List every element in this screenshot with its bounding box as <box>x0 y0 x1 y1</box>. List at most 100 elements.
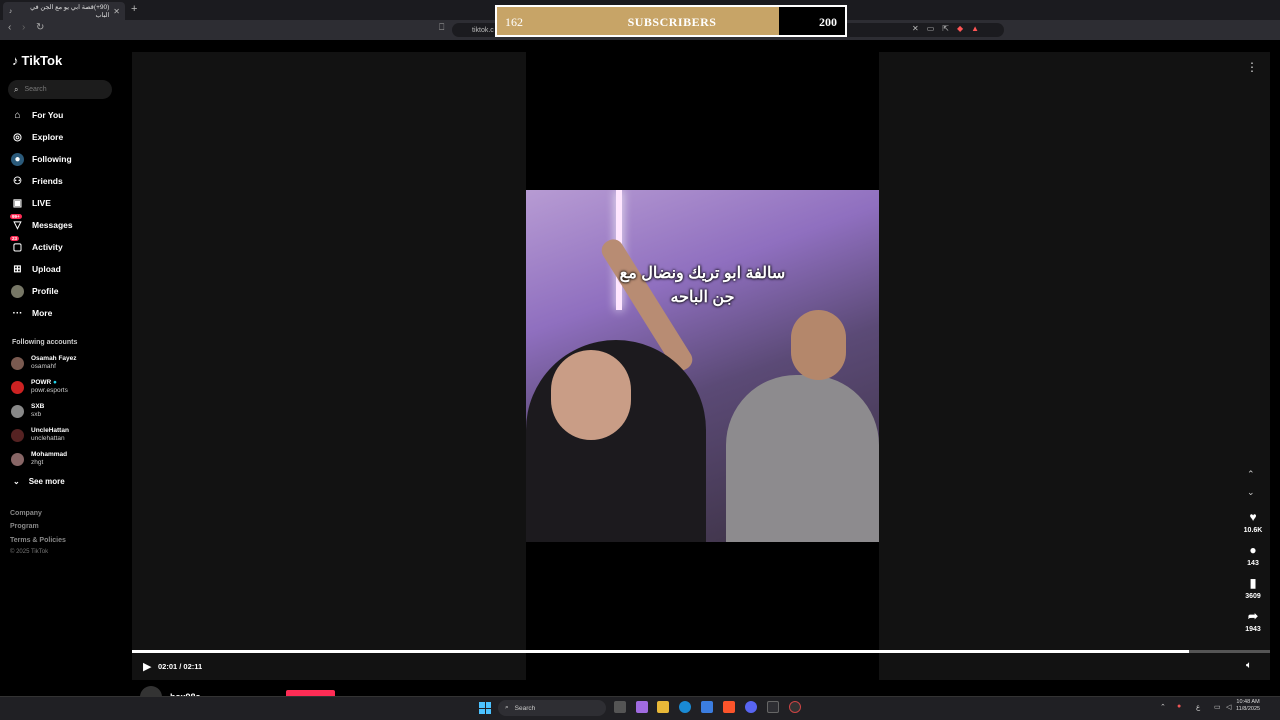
caption-line-1: سالفة ابو تريك ونضال مع <box>619 265 786 282</box>
following-account[interactable]: UncleHattan unclehattan <box>11 427 69 443</box>
tiktok-logo[interactable]: ♪ TikTok <box>12 53 62 68</box>
cast-icon[interactable]: ▭ <box>927 24 935 33</box>
microphone-icon[interactable]: ● <box>1177 703 1181 710</box>
share-count: 1943 <box>1245 626 1261 633</box>
following-account[interactable]: POWR ● powr.esports <box>11 379 68 395</box>
account-name-text: POWR <box>31 379 52 386</box>
language-indicator[interactable]: ع <box>1196 703 1200 711</box>
nav-label: Messages <box>32 220 73 230</box>
see-more-button[interactable]: ⌄ See more <box>13 477 65 486</box>
obs-icon[interactable] <box>789 701 801 713</box>
sidebar-item-explore[interactable]: ◎ Explore <box>11 129 63 145</box>
activity-badge: 23 <box>10 235 20 241</box>
footer-company-link[interactable]: Company <box>10 510 42 517</box>
footer-program-link[interactable]: Program <box>10 523 39 530</box>
sidebar-item-live[interactable]: ▣ LIVE <box>11 195 51 211</box>
close-tab-icon[interactable]: ✕ <box>113 7 120 16</box>
footer-terms-link[interactable]: Terms & Policies <box>10 537 66 544</box>
home-icon: ⌂ <box>14 109 21 121</box>
account-name: UncleHattan <box>31 427 69 434</box>
edge-icon[interactable] <box>679 701 691 713</box>
discord-icon[interactable] <box>745 701 757 713</box>
more-options-icon[interactable]: ⋮ <box>1246 60 1258 74</box>
sidebar-item-upload[interactable]: ⊞ Upload <box>11 261 61 277</box>
sidebar-item-more[interactable]: ··· More <box>11 305 53 321</box>
like-count: 10.6K <box>1243 527 1263 534</box>
sidebar-item-following[interactable]: ● Following <box>11 151 72 167</box>
save-button[interactable]: ▮ 3609 <box>1236 576 1270 600</box>
file-explorer-icon[interactable] <box>657 701 669 713</box>
comment-icon: ● <box>1249 543 1257 557</box>
compass-icon: ◎ <box>13 131 22 143</box>
nav-label: Upload <box>32 264 61 274</box>
network-icon[interactable]: ▭ <box>1214 703 1221 711</box>
browser-tab[interactable]: ♪ (90+)قصة ابي يو مع الجن في الباب ✕ <box>3 2 125 20</box>
account-name: Osamah Fayez <box>31 355 77 362</box>
forward-icon[interactable]: › <box>22 22 25 33</box>
taskbar-clock[interactable]: 10:48 AM 11/8/2025 <box>1236 699 1260 713</box>
video-progress-bar[interactable] <box>132 650 1270 653</box>
volume-icon[interactable]: 🔈︎ <box>1246 660 1252 671</box>
copilot-icon[interactable] <box>636 701 648 713</box>
nav-label: More <box>32 308 53 318</box>
brave-icon[interactable] <box>723 701 735 713</box>
sidebar-item-for-you[interactable]: ⌂ For You <box>11 107 63 123</box>
nav-label: Following <box>32 154 72 164</box>
rewards-icon[interactable]: ▲ <box>971 24 979 33</box>
task-view-icon[interactable] <box>614 701 626 713</box>
windows-start-icon[interactable] <box>479 702 491 714</box>
video-frame[interactable]: سالفة ابو تريك ونضال مع جن الباحه <box>526 190 879 542</box>
following-account[interactable]: Osamah Fayez osamahf <box>11 355 77 371</box>
tiktok-favicon-icon: ♪ <box>9 7 13 15</box>
url-text: tiktok.c <box>472 26 494 34</box>
comment-count: 143 <box>1247 560 1259 567</box>
following-accounts-title: Following accounts <box>12 339 78 346</box>
avatar <box>11 404 24 418</box>
subscriber-goal: 200 <box>819 15 837 29</box>
search-icon: ⌕ <box>14 84 19 94</box>
sidebar-item-messages[interactable]: ▽ 99+ Messages <box>10 213 73 233</box>
tab-title: (90+)قصة ابي يو مع الجن في الباب <box>30 4 110 19</box>
clock-time: 10:48 AM <box>1236 699 1260 705</box>
share-button[interactable]: ➦ 1943 <box>1236 609 1270 633</box>
taskbar-search[interactable]: ⌕ Search <box>498 700 606 716</box>
share-icon[interactable]: ⇱ <box>942 24 949 33</box>
back-icon[interactable]: ‹ <box>8 22 11 33</box>
nav-label: LIVE <box>32 198 51 208</box>
avatar <box>11 452 24 466</box>
bookmark-icon[interactable]: ⎕ <box>439 22 444 33</box>
save-count: 3609 <box>1245 593 1261 600</box>
chevron-up-icon[interactable]: ⌃ <box>1160 703 1166 711</box>
sidebar-item-profile[interactable]: Profile <box>11 283 58 299</box>
like-button[interactable]: ♥ 10.6K <box>1236 510 1270 534</box>
store-icon[interactable] <box>701 701 713 713</box>
search-input[interactable]: ⌕ Search <box>8 80 112 99</box>
next-video-icon[interactable]: ⌄ <box>1247 487 1255 498</box>
more-icon: ··· <box>12 307 23 319</box>
nav-label: Explore <box>32 132 64 142</box>
account-handle: powr.esports <box>31 387 68 394</box>
sidebar-item-friends[interactable]: ⚇ Friends <box>11 173 63 189</box>
play-icon[interactable]: ▶ <box>143 660 151 673</box>
reload-icon[interactable]: ↻ <box>36 22 44 33</box>
person-right-face <box>791 310 846 380</box>
video-time: 02:01 / 02:11 <box>158 662 203 671</box>
following-account[interactable]: SXB sxb <box>11 403 44 419</box>
logo-text: TikTok <box>21 53 63 68</box>
speaker-icon[interactable]: ◁ <box>1226 703 1231 711</box>
app-icon[interactable] <box>767 701 779 713</box>
following-account[interactable]: Mohammad zhgt <box>11 451 67 467</box>
previous-video-icon[interactable]: ⌃ <box>1247 469 1255 480</box>
nav-label: For You <box>32 110 64 120</box>
nav-label: Friends <box>32 176 63 186</box>
comment-button[interactable]: ● 143 <box>1236 543 1270 567</box>
new-tab-button[interactable]: + <box>131 3 137 15</box>
video-caption: سالفة ابو تريك ونضال مع جن الباحه <box>526 262 879 310</box>
messages-badge: 99+ <box>10 213 22 219</box>
brave-shield-icon[interactable]: ◆ <box>957 24 963 33</box>
account-name: Mohammad <box>31 451 68 458</box>
mute-tab-icon[interactable]: ✕ <box>912 24 919 33</box>
sidebar-item-activity[interactable]: ▢ 23 Activity <box>10 235 63 255</box>
subscriber-label: SUBSCRIBERS <box>627 15 717 29</box>
live-icon: ▣ <box>12 197 23 209</box>
